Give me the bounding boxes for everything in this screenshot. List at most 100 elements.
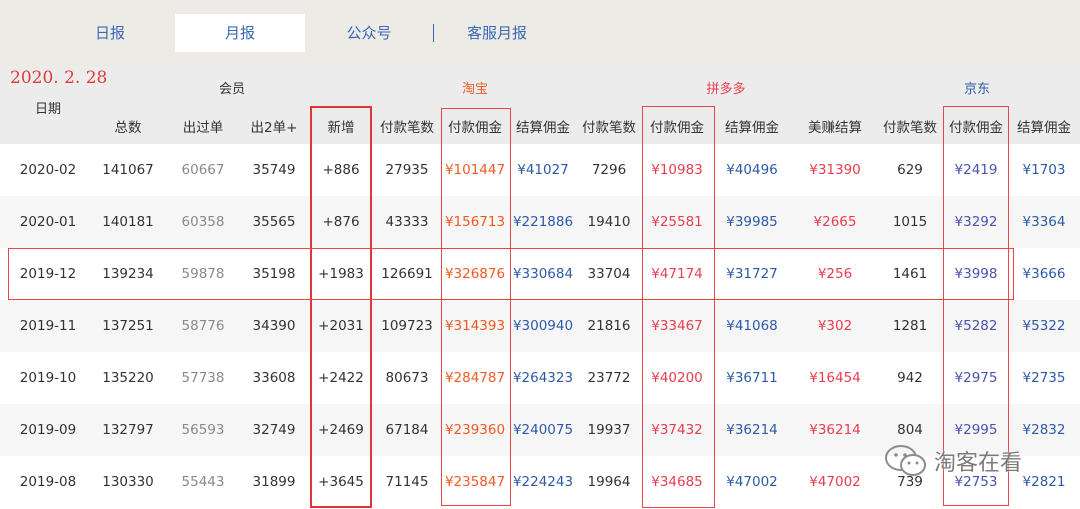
column-header-pdd-payments: 付款笔数 <box>582 120 636 136</box>
pdd-settlement-commission: ¥40496 <box>726 162 778 178</box>
member-ordered: 60358 <box>181 214 225 230</box>
member-ordered: 57738 <box>181 370 225 386</box>
jd-settlement-commission: ¥1703 <box>1022 162 1066 178</box>
taobao-payment-commission: ¥314393 <box>444 318 506 334</box>
table-header: 2020. 2. 28 日期 会员 淘宝 拼多多 京东 总数 出过单 出2单+ … <box>0 66 1080 144</box>
tab-monthly-report[interactable]: 月报 <box>175 14 305 52</box>
pdd-payments: 19964 <box>587 474 631 490</box>
member-ordered-2plus: 32749 <box>252 422 296 438</box>
column-header-taobao-payment-commission: 付款佣金 <box>448 120 502 136</box>
meizhuan-settlement: ¥47002 <box>809 474 861 490</box>
jd-settlement-commission: ¥2735 <box>1022 370 1066 386</box>
jd-payment-commission: ¥2419 <box>954 162 998 178</box>
jd-payment-commission: ¥3998 <box>954 266 998 282</box>
group-header-members: 会员 <box>218 82 246 97</box>
row-date: 2019-11 <box>19 318 77 334</box>
date-column-header: 日期 <box>35 102 62 117</box>
taobao-settlement-commission: ¥224243 <box>512 474 574 490</box>
member-ordered: 59878 <box>181 266 225 282</box>
meizhuan-settlement: ¥2665 <box>813 214 857 230</box>
meizhuan-settlement: ¥256 <box>817 266 853 282</box>
member-new: +886 <box>322 162 360 178</box>
member-ordered: 55443 <box>181 474 225 490</box>
taobao-payments: 126691 <box>381 266 433 282</box>
member-new: +3645 <box>318 474 364 490</box>
meizhuan-settlement: ¥302 <box>817 318 853 334</box>
jd-payments: 1461 <box>892 266 928 282</box>
taobao-settlement-commission: ¥264323 <box>512 370 574 386</box>
column-header-taobao-payments: 付款笔数 <box>380 120 434 136</box>
member-ordered-2plus: 35749 <box>252 162 296 178</box>
member-ordered-2plus: 35565 <box>252 214 296 230</box>
watermark-text: 淘客在看 <box>934 451 1023 476</box>
row-date: 2020-01 <box>19 214 77 230</box>
member-ordered: 60667 <box>181 162 225 178</box>
tab-customer-service-report[interactable]: 客服月报 <box>434 14 560 52</box>
row-date: 2019-10 <box>19 370 77 386</box>
column-header-ordered: 出过单 <box>182 120 224 136</box>
jd-payment-commission: ¥2975 <box>954 370 998 386</box>
taobao-payment-commission: ¥101447 <box>444 162 506 178</box>
pdd-payment-commission: ¥33467 <box>651 318 703 334</box>
member-total: 141067 <box>102 162 154 178</box>
taobao-payments: 80673 <box>385 370 429 386</box>
group-header-taobao: 淘宝 <box>461 82 489 97</box>
member-total: 130330 <box>102 474 154 490</box>
tab-daily-report[interactable]: 日报 <box>45 14 175 52</box>
report-tabs: 日报 月报 公众号 客服月报 <box>0 14 1080 52</box>
taobao-settlement-commission: ¥240075 <box>512 422 574 438</box>
column-header-new: 新增 <box>327 120 355 136</box>
jd-payment-commission: ¥3292 <box>954 214 998 230</box>
row-date: 2019-12 <box>19 266 77 282</box>
table-row: 2019-11 137251 58776 34390 +2031 109723 … <box>0 300 1080 352</box>
member-total: 135220 <box>102 370 154 386</box>
taobao-settlement-commission: ¥41027 <box>517 162 569 178</box>
member-new: +2031 <box>318 318 364 334</box>
pdd-payments: 21816 <box>587 318 631 334</box>
taobao-settlement-commission: ¥221886 <box>512 214 574 230</box>
row-date: 2020-02 <box>19 162 77 178</box>
taobao-payments: 109723 <box>381 318 433 334</box>
pdd-payment-commission: ¥37432 <box>651 422 703 438</box>
member-ordered-2plus: 35198 <box>252 266 296 282</box>
jd-payments: 629 <box>897 162 923 178</box>
wechat-icon <box>884 444 928 478</box>
pdd-payments: 23772 <box>587 370 631 386</box>
column-header-ordered-2plus: 出2单+ <box>250 120 298 136</box>
jd-payment-commission: ¥5282 <box>954 318 998 334</box>
row-date: 2019-08 <box>19 474 77 490</box>
jd-payments: 942 <box>897 370 923 386</box>
taobao-payment-commission: ¥156713 <box>444 214 506 230</box>
member-new: +876 <box>322 214 360 230</box>
taobao-payment-commission: ¥284787 <box>444 370 506 386</box>
taobao-settlement-commission: ¥330684 <box>512 266 574 282</box>
member-ordered: 56593 <box>181 422 225 438</box>
member-total: 140181 <box>102 214 154 230</box>
pdd-payment-commission: ¥34685 <box>651 474 703 490</box>
column-header-taobao-settlement-commission: 结算佣金 <box>516 120 570 136</box>
tab-official-account[interactable]: 公众号 <box>305 14 433 52</box>
member-ordered: 58776 <box>181 318 225 334</box>
pdd-payment-commission: ¥25581 <box>651 214 703 230</box>
meizhuan-settlement: ¥31390 <box>809 162 861 178</box>
table-row: 2020-02 141067 60667 35749 +886 27935 ¥1… <box>0 144 1080 196</box>
column-header-meizhuan-settlement: 美赚结算 <box>808 120 862 136</box>
member-ordered-2plus: 33608 <box>252 370 296 386</box>
watermark: 淘客在看 <box>884 441 1054 481</box>
pdd-payments: 19937 <box>587 422 631 438</box>
jd-settlement-commission: ¥5322 <box>1022 318 1066 334</box>
table-row: 2020-01 140181 60358 35565 +876 43333 ¥1… <box>0 196 1080 248</box>
member-new: +2469 <box>318 422 364 438</box>
jd-settlement-commission: ¥3666 <box>1022 266 1066 282</box>
pdd-payments: 7296 <box>591 162 627 178</box>
column-header-jd-settlement-commission: 结算佣金 <box>1017 120 1071 136</box>
jd-payments: 1281 <box>892 318 928 334</box>
pdd-payment-commission: ¥40200 <box>651 370 703 386</box>
member-ordered-2plus: 31899 <box>252 474 296 490</box>
row-date: 2019-09 <box>19 422 77 438</box>
table-row: 2019-12 139234 59878 35198 +1983 126691 … <box>0 248 1080 300</box>
pdd-payment-commission: ¥47174 <box>651 266 703 282</box>
column-header-pdd-settlement-commission: 结算佣金 <box>725 120 779 136</box>
taobao-payment-commission: ¥326876 <box>444 266 506 282</box>
column-header-total: 总数 <box>114 120 142 136</box>
